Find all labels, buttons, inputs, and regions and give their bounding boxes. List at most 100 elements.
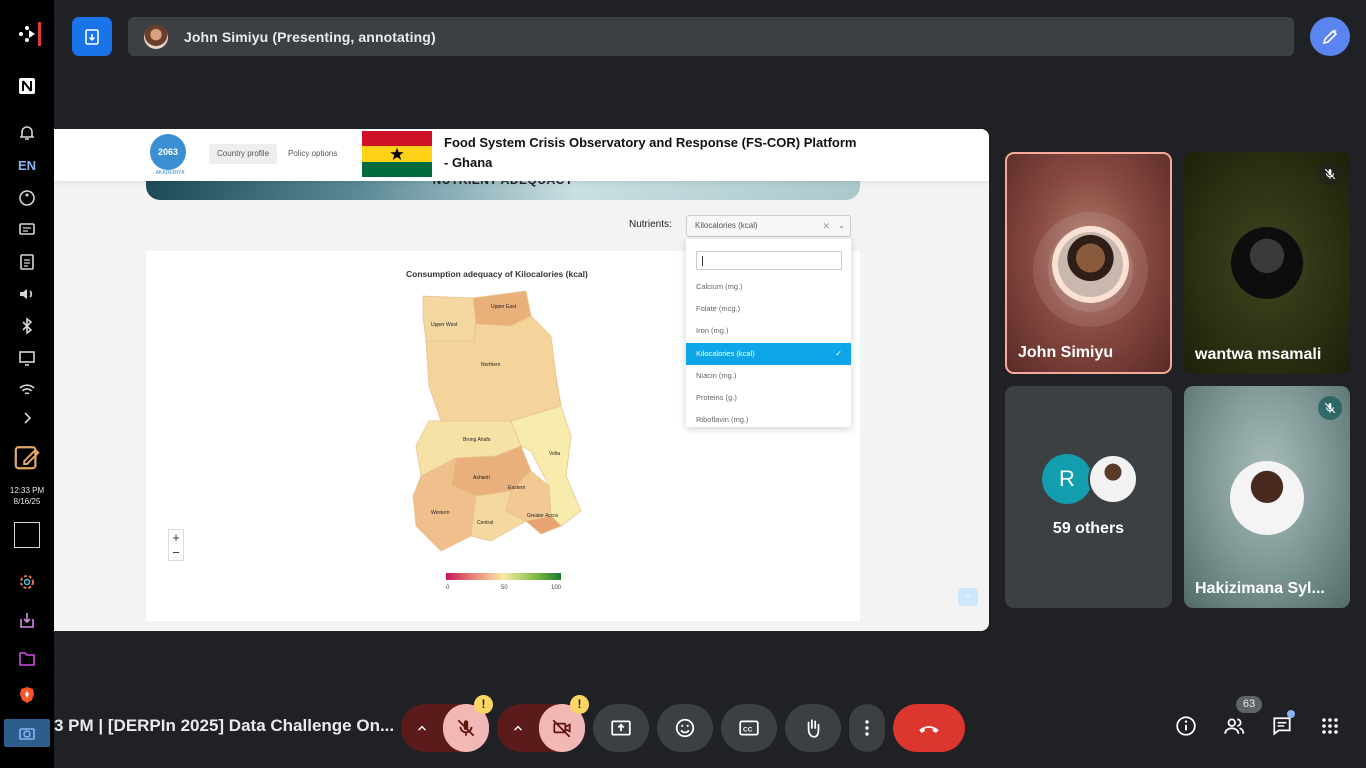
legend-tick-50: 50 (501, 585, 508, 591)
leave-call-button[interactable] (893, 704, 965, 752)
audio-options-button[interactable] (401, 704, 443, 752)
hang-up-icon (919, 726, 939, 733)
screen-cast-icon[interactable] (13, 346, 41, 370)
brave-browser-icon[interactable] (13, 683, 41, 707)
nutrients-dropdown: Calcium (mg.) Folate (mcg.) Iron (mg.) K… (686, 239, 851, 427)
label-eastern: Eastern (508, 485, 525, 491)
clear-icon[interactable]: ✕ (822, 216, 830, 236)
emoji-icon (675, 718, 695, 738)
option-proteins[interactable]: Proteins (g.) (686, 387, 851, 409)
option-niacin[interactable]: Niacin (mg.) (686, 365, 851, 387)
notion-icon[interactable] (13, 74, 41, 98)
volume-icon[interactable] (13, 282, 41, 306)
language-indicator[interactable]: EN (13, 153, 41, 177)
captions-icon: CC (739, 720, 759, 736)
ghana-choropleth-map[interactable]: Upper West Upper East Northern Brong Aha… (401, 286, 601, 566)
dropdown-search-input[interactable] (696, 251, 842, 270)
option-kilocalories[interactable]: Kilocalories (kcal) ✓ (686, 343, 851, 365)
notes-app-icon[interactable] (12, 442, 42, 472)
nutrients-select[interactable]: Kilocalories (kcal) ✕ ⌄ (686, 215, 851, 237)
label-brong-ahafo: Brong Ahafo (463, 437, 491, 443)
pen-icon (1322, 28, 1338, 44)
clock-time: 12:33 PM (9, 486, 45, 495)
settings-icon[interactable] (13, 570, 41, 594)
captions-button[interactable]: CC (721, 704, 777, 752)
check-icon: ✓ (835, 349, 842, 358)
present-screen-button[interactable] (593, 704, 649, 752)
files-icon[interactable] (13, 646, 41, 670)
participant-name: John Simiyu (1018, 344, 1114, 361)
desktop-icon[interactable] (14, 522, 40, 548)
zoom-in-button[interactable]: + (169, 530, 183, 545)
people-button[interactable] (1222, 714, 1246, 738)
system-clock[interactable]: 12:33 PM 8/16/25 (0, 485, 54, 507)
logo-caption: AKADEMIYA (155, 170, 185, 176)
annotate-button[interactable] (1310, 17, 1350, 56)
camera-warning-icon: ! (570, 695, 589, 714)
legend-tick-100: 100 (551, 585, 562, 591)
clipboard-icon[interactable] (13, 250, 41, 274)
document-download-icon (85, 28, 99, 45)
akademiya-logo: 2063 (150, 134, 186, 170)
downloads-icon[interactable] (13, 608, 41, 632)
accessibility-icon[interactable] (13, 186, 41, 210)
more-options-button[interactable] (849, 704, 885, 752)
legend-tick-0: 0 (446, 585, 450, 591)
mic-off-icon (1318, 162, 1342, 186)
reactions-button[interactable] (657, 704, 713, 752)
participant-avatar (1230, 461, 1304, 535)
alarm-icon[interactable] (13, 120, 41, 144)
label-northern: Northern (481, 362, 501, 368)
participant-tile-hakizimana[interactable]: Hakizimana Syl... (1184, 386, 1350, 608)
others-count-label: 59 others (1052, 520, 1125, 537)
participant-tile-others[interactable]: R 59 others (1005, 386, 1172, 608)
chevron-up-icon (418, 725, 427, 731)
label-upper-west: Upper West (431, 322, 458, 328)
option-folate[interactable]: Folate (mcg.) (686, 298, 851, 320)
color-legend (446, 573, 561, 580)
activities-doc-button[interactable] (72, 17, 112, 56)
camera-app-icon[interactable] (13, 721, 41, 745)
option-calcium[interactable]: Calcium (mg.) (686, 276, 851, 298)
option-kilocalories-label: Kilocalories (kcal) (696, 349, 755, 358)
nav-policy-options[interactable]: Policy options (280, 144, 345, 164)
region-upper-west (422, 295, 477, 342)
nav-country-profile[interactable]: Country profile (209, 144, 278, 164)
messages-icon[interactable] (13, 218, 41, 242)
chevron-down-icon[interactable]: ⌄ (838, 216, 845, 236)
bluetooth-icon[interactable] (13, 314, 41, 338)
ghana-flag (362, 131, 432, 177)
participant-name: Hakizimana Syl... (1195, 580, 1325, 597)
info-icon (1176, 716, 1196, 736)
map-title: Consumption adequacy of Kilocalories (kc… (406, 269, 588, 279)
launcher-icon[interactable] (13, 22, 41, 46)
participant-count-badge: 63 (1236, 696, 1262, 713)
label-western: Western (431, 510, 450, 516)
camera-control-group: ! (497, 695, 589, 752)
unread-chat-dot (1287, 710, 1295, 718)
participant-tile-john-simiyu[interactable]: John Simiyu (1005, 152, 1172, 374)
option-riboflavin[interactable]: Riboflavin (mg.) (686, 409, 851, 427)
scroll-to-top-button[interactable]: ^ (958, 588, 978, 606)
label-upper-east: Upper East (491, 304, 517, 310)
os-taskbar: EN 12:33 PM 8/16/25 (0, 0, 54, 768)
meeting-details-button[interactable] (1174, 714, 1198, 738)
people-icon (1224, 718, 1245, 734)
present-screen-icon (611, 720, 631, 736)
zoom-out-button[interactable]: − (169, 545, 183, 560)
site-title: Food System Crisis Observatory and Respo… (444, 135, 857, 170)
option-iron[interactable]: Iron (mg.) (686, 320, 851, 342)
nutrients-select-value: Kilocalories (kcal) (695, 221, 758, 230)
participant-avatar (1231, 227, 1303, 299)
label-greater-accra: Greater Accra (527, 513, 558, 519)
video-options-button[interactable] (497, 704, 539, 752)
participant-tile-wantwa-msamali[interactable]: wantwa msamali (1184, 152, 1350, 374)
label-ashanti: Ashanti (473, 475, 490, 481)
chevron-right-icon[interactable] (13, 406, 41, 430)
meeting-title: 3 PM | [DERPIn 2025] Data Challenge On..… (54, 716, 395, 735)
wifi-icon[interactable] (13, 378, 41, 402)
raise-hand-button[interactable] (785, 704, 841, 752)
mic-warning-icon: ! (474, 695, 493, 714)
presenter-label: John Simiyu (Presenting, annotating) (184, 28, 436, 45)
activities-button[interactable] (1318, 714, 1342, 738)
